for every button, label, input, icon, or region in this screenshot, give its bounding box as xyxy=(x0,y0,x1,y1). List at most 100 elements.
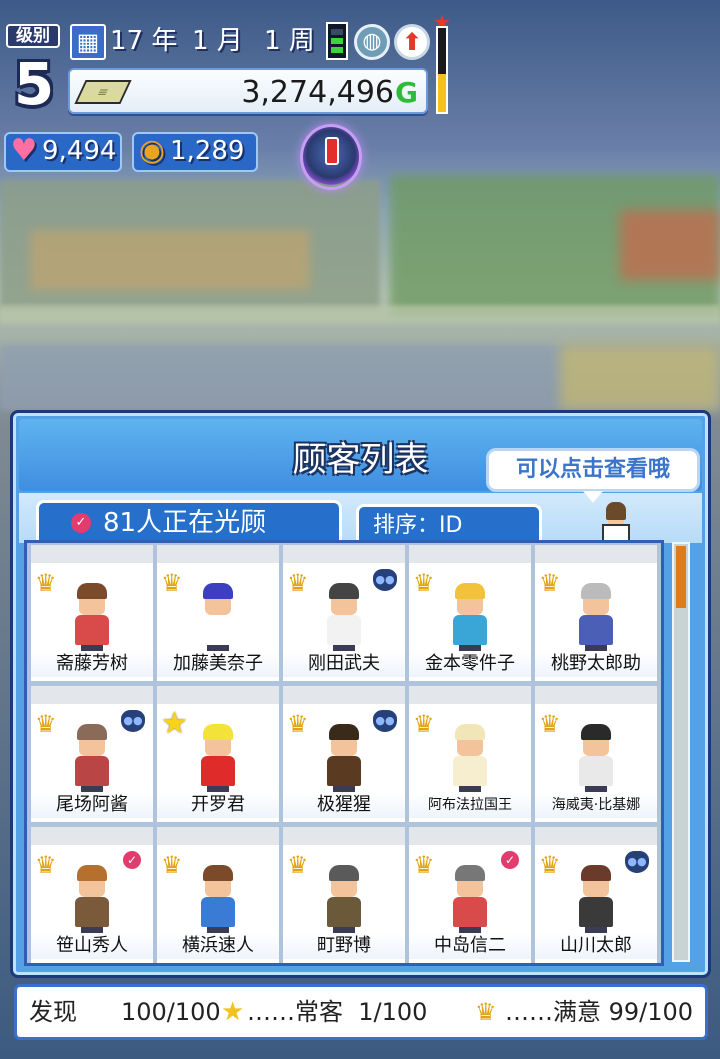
calendar-icon[interactable]: ▦ xyxy=(70,24,106,60)
crown-icon: ♛ xyxy=(475,998,497,1026)
customer-card[interactable]: ♛ ●● 山川太郎 xyxy=(535,827,657,963)
crown-icon: ♛ xyxy=(287,569,309,597)
cat-icon: ●● xyxy=(121,710,145,732)
customer-card[interactable]: ★ 开罗君 xyxy=(157,686,279,822)
crown-icon: ♛ xyxy=(35,569,57,597)
customer-card[interactable]: ♛ ●● 尾场阿酱 xyxy=(31,686,153,822)
globe-icon[interactable]: ◍ xyxy=(354,24,390,60)
satisfied-label: ……满意 xyxy=(505,998,601,1026)
customer-name: 开罗君 xyxy=(157,792,279,818)
crown-icon: ♛ xyxy=(35,851,57,879)
customer-name: 金本零件子 xyxy=(409,651,531,677)
cash-bundle-icon: ≡ xyxy=(74,80,132,104)
star-icon: ★ xyxy=(221,997,245,1027)
crown-icon: ♛ xyxy=(161,851,183,879)
money-unit: G xyxy=(395,76,418,109)
customer-avatar xyxy=(69,865,115,941)
customer-avatar xyxy=(69,583,115,659)
tab-visiting-label: 81人正在光顾 xyxy=(103,508,267,538)
crown-icon: ♛ xyxy=(161,569,183,597)
customer-avatar xyxy=(69,724,115,800)
customer-avatar xyxy=(195,724,241,800)
crown-icon: ♛ xyxy=(539,851,561,879)
date-week: 1 周 xyxy=(264,26,315,56)
customer-avatar xyxy=(447,865,493,941)
customer-name: 山川太郎 xyxy=(535,933,657,959)
customer-avatar xyxy=(321,724,367,800)
satisfied-count: 99/100 xyxy=(608,998,694,1026)
crown-icon: ♛ xyxy=(287,710,309,738)
customer-name: 町野博 xyxy=(283,933,405,959)
satisfied-stat: ……满意 99/100 xyxy=(505,987,693,1037)
sort-button[interactable]: 排序：ID xyxy=(356,504,542,544)
customer-card[interactable]: ♛ 斋藤芳树 xyxy=(31,545,153,681)
signal-icon xyxy=(326,22,348,60)
favorite-check-icon: ✓ xyxy=(121,849,143,871)
hint-tooltip: 可以点击查看哦 xyxy=(486,448,700,503)
regular-count: 1/100 xyxy=(358,998,428,1026)
money-display: ≡ 3,274,496 G xyxy=(68,68,428,114)
customer-avatar xyxy=(195,583,241,659)
customer-avatar xyxy=(573,865,619,941)
crown-icon: ♛ xyxy=(413,710,435,738)
customer-avatar xyxy=(447,724,493,800)
discovered-count: 100/100 xyxy=(121,998,221,1026)
cat-icon: ●● xyxy=(625,851,649,873)
heart-icon: ♥ xyxy=(10,133,38,168)
customer-card[interactable]: ♛ 桃野太郎助 xyxy=(535,545,657,681)
customer-name: 海威夷·比基娜 xyxy=(535,792,657,818)
customer-grid: ♛ 斋藤芳树 ♛ 加藤美奈子 ♛ ●● 刚田武夫 ♛ 金本零件子 ♛ 桃野太郎助 ♛ ●● 尾场阿酱 ★ 开罗… xyxy=(24,540,664,966)
customer-name: 桃野太郎助 xyxy=(535,651,657,677)
cat-icon: ●● xyxy=(373,710,397,732)
customer-card[interactable]: ♛ 海威夷·比基娜 xyxy=(535,686,657,822)
customer-card[interactable]: ♛ 金本零件子 xyxy=(409,545,531,681)
customer-avatar xyxy=(573,724,619,800)
tab-visiting[interactable]: ✓ 81人正在光顾 xyxy=(36,500,342,544)
customer-card[interactable]: ♛ ✓ 笹山秀人 xyxy=(31,827,153,963)
customer-avatar xyxy=(447,583,493,659)
scrollbar-thumb[interactable] xyxy=(676,546,686,608)
rank-gauge-fill xyxy=(438,74,446,112)
customer-name: 横浜速人 xyxy=(157,933,279,959)
customer-name: 加藤美奈子 xyxy=(157,651,279,677)
customer-avatar xyxy=(573,583,619,659)
customer-name: 尾场阿酱 xyxy=(31,792,153,818)
stats-footer: 发现 100/100 ★ ……常客 1/100 ♛ ……满意 99/100 xyxy=(14,984,708,1040)
customer-card[interactable]: ♛ ●● 刚田武夫 xyxy=(283,545,405,681)
rank-gauge xyxy=(436,26,448,114)
crown-icon: ♛ xyxy=(287,851,309,879)
coins-value: 1,289 xyxy=(170,136,245,166)
customer-name: 笹山秀人 xyxy=(31,933,153,959)
hearts-value: 9,494 xyxy=(42,136,117,166)
check-icon: ✓ xyxy=(71,513,91,533)
favorite-check-icon: ✓ xyxy=(499,849,521,871)
customer-card[interactable]: ♛ ●● 极猩猩 xyxy=(283,686,405,822)
coin-icon: ◉ xyxy=(138,133,166,168)
customer-name: 斋藤芳树 xyxy=(31,651,153,677)
customer-card[interactable]: ♛ 横浜速人 xyxy=(157,827,279,963)
date-year: 17 年 xyxy=(110,26,178,56)
customer-card[interactable]: ♛ 町野博 xyxy=(283,827,405,963)
level-number: 5 xyxy=(13,50,55,118)
customer-card[interactable]: ♛ ✓ 中岛信二 xyxy=(409,827,531,963)
boss-orb-icon[interactable] xyxy=(300,124,362,190)
upgrade-arrow-icon[interactable]: ⬆ xyxy=(394,24,430,60)
cat-icon: ●● xyxy=(373,569,397,591)
crown-icon: ♛ xyxy=(539,710,561,738)
footer-label: 发现 xyxy=(29,998,77,1026)
customer-avatar xyxy=(321,865,367,941)
crown-icon: ♛ xyxy=(35,710,57,738)
customer-avatar xyxy=(321,583,367,659)
customer-card[interactable]: ♛ 阿布法拉国王 xyxy=(409,686,531,822)
hearts-counter: ♥ 9,494 xyxy=(4,132,122,172)
customer-name: 刚田武夫 xyxy=(283,651,405,677)
money-amount: 3,274,496 xyxy=(241,75,394,110)
customer-name: 阿布法拉国王 xyxy=(409,792,531,818)
customer-card[interactable]: ♛ 加藤美奈子 xyxy=(157,545,279,681)
customer-name: 极猩猩 xyxy=(283,792,405,818)
regular-stat: ……常客 1/100 xyxy=(247,987,427,1037)
level-label: 级别 xyxy=(6,24,60,48)
customer-avatar xyxy=(195,865,241,941)
scrollbar[interactable] xyxy=(672,542,690,962)
star-icon: ★ xyxy=(161,706,188,741)
